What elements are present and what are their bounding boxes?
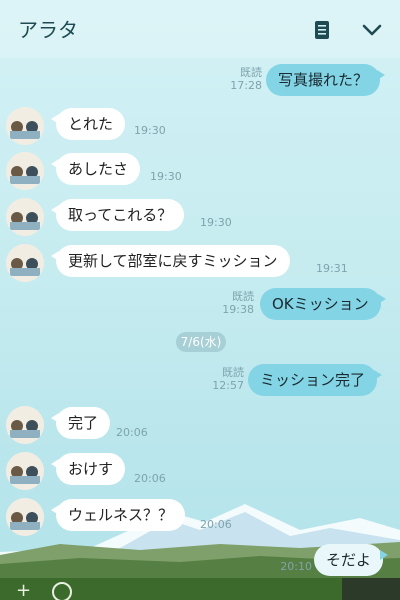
message-bubble-outgoing[interactable]: ミッション完了 [248,364,383,396]
message-time: 20:06 [134,472,166,485]
message-time: 12:57 [212,379,244,392]
camera-icon[interactable] [52,582,72,600]
message-bubble-outgoing[interactable]: そだよ [314,544,389,576]
read-receipt: 既読 [240,66,262,79]
avatar[interactable] [6,107,44,145]
message-bubble-incoming[interactable]: おけす [50,453,126,485]
read-receipt: 既読 [222,366,244,379]
message-time: 17:28 [230,79,262,92]
message-time: 19:30 [150,170,182,183]
message-time: 19:31 [316,262,348,275]
message-bubble-incoming[interactable]: 更新して部室に戻すミッション [51,245,290,277]
send-button[interactable] [342,578,400,600]
message-bubble-incoming[interactable]: ウェルネス？？ [50,499,186,531]
chat-title: アラタ [18,18,78,42]
message-time: 20:06 [200,518,232,531]
avatar[interactable] [6,498,44,536]
message-time: 19:30 [200,216,232,229]
input-bar: + [0,578,400,600]
message-bubble-incoming[interactable]: あしたさ [50,153,141,185]
message-bubble-incoming[interactable]: とれた [50,108,126,140]
message-time: 19:38 [222,303,254,316]
read-receipt: 既読 [232,290,254,303]
chevron-down-icon[interactable] [360,18,384,42]
message-time: 20:06 [116,426,148,439]
chat-header: アラタ [0,0,400,58]
list-icon[interactable] [310,18,334,42]
avatar[interactable] [6,406,44,444]
message-time: 19:30 [134,124,166,137]
avatar[interactable] [6,452,44,490]
avatar[interactable] [6,244,44,282]
avatar[interactable] [6,198,44,236]
message-bubble-outgoing[interactable]: OKミッション [260,288,386,320]
message-bubble-incoming[interactable]: 取ってこれる？ [50,199,185,231]
plus-icon[interactable]: + [16,580,31,600]
chat-area: 既読 17:28 写真撮れた？ とれた 19:30 あしたさ 19:30 取って… [0,58,400,578]
message-time: 20:10 [280,560,312,573]
message-bubble-incoming[interactable]: 完了 [50,407,111,439]
avatar[interactable] [6,152,44,190]
message-bubble-outgoing[interactable]: 写真撮れた？ [266,64,386,96]
date-separator: 7/6(水) [176,332,226,352]
